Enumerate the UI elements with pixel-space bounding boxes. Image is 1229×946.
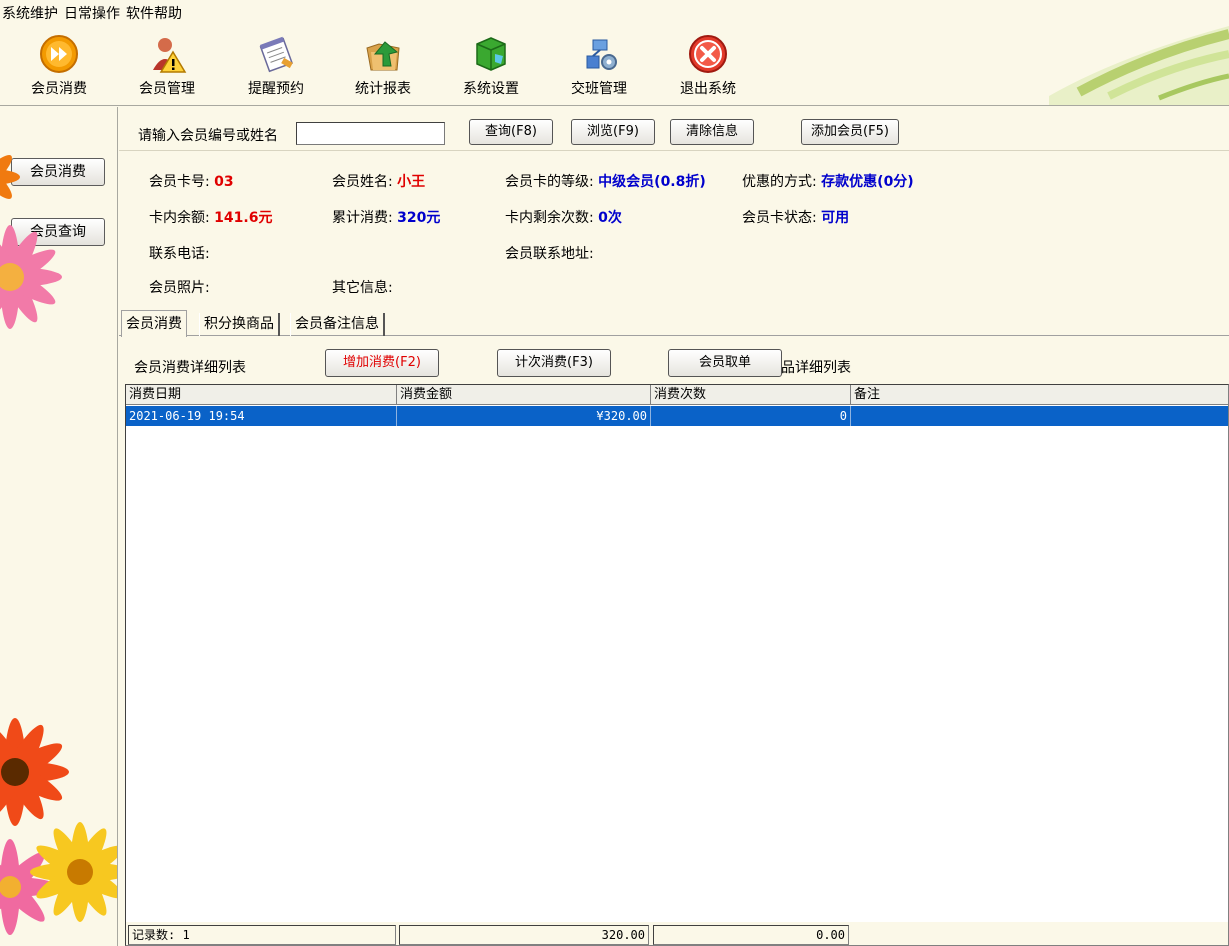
table-row[interactable]: 2021-06-19 19:54 ¥320.00 0 [126,406,1228,426]
cell-note [851,406,1228,426]
green-cube-icon [471,34,511,74]
address-label: 会员联系地址: [505,246,594,262]
orange-flower-image [0,155,20,199]
other-info-label: 其它信息: [332,280,393,296]
member-cancel-order-button[interactable]: 会员取单 [668,349,782,377]
footer-record-count: 记录数: 1 [128,925,396,945]
search-row: 请输入会员编号或姓名 查询(F8) 浏览(F9) 清除信息 添加会员(F5) [119,107,1229,151]
toolbar-label: 提醒预约 [248,81,304,97]
grid-header: 消费日期 消费金额 消费次数 备注 [126,385,1228,405]
member-name-field: 会员姓名: 小王 [332,171,425,191]
tab-member-notes[interactable]: 会员备注信息 [290,313,385,336]
menu-software-help[interactable]: 软件帮助 [124,3,186,23]
network-gear-icon [579,34,619,74]
card-no-value: 03 [214,174,234,190]
toolbar-exit-button[interactable]: 退出系统 [668,34,748,100]
grid-footer: 记录数: 1 320.00 0.00 [126,922,1228,945]
toolbar-label: 会员管理 [139,81,195,97]
item-list-title: 品详细列表 [781,360,851,376]
card-status-field: 会员卡状态: 可用 [742,207,849,227]
main-area: 请输入会员编号或姓名 查询(F8) 浏览(F9) 清除信息 添加会员(F5) 会… [119,107,1229,946]
browse-button[interactable]: 浏览(F9) [571,119,655,145]
notepad-icon [256,34,296,74]
discount-label: 优惠的方式: [742,174,817,190]
balance-field: 卡内余额: 141.6元 [149,207,272,227]
column-header-date[interactable]: 消费日期 [126,385,397,405]
clear-info-button[interactable]: 清除信息 [670,119,754,145]
consume-grid[interactable]: 消费日期 消费金额 消费次数 备注 2021-06-19 19:54 ¥320.… [125,384,1229,946]
card-no-label: 会员卡号: [149,174,210,190]
toolbar-label: 统计报表 [355,81,411,97]
toolbar-report-button[interactable]: 统计报表 [343,34,423,100]
toolbar-label: 退出系统 [680,81,736,97]
column-header-note[interactable]: 备注 [851,385,1228,405]
toolbar-label: 会员消费 [31,81,87,97]
tab-strip: 会员消费 积分换商品 会员备注信息 [119,310,1229,337]
member-search-input[interactable] [296,122,445,145]
menu-daily-operation[interactable]: 日常操作 [62,3,124,23]
toolbar-member-manage-button[interactable]: 会员管理 [127,34,207,100]
total-consume-value: 320元 [397,210,441,226]
warning-person-icon [147,34,187,74]
card-level-field: 会员卡的等级: 中级会员(0.8折) [505,171,706,191]
toolbar-member-consume-button[interactable]: 会员消费 [19,34,99,100]
remaining-times-field: 卡内剩余次数: 0次 [505,207,622,227]
discount-field: 优惠的方式: 存款优惠(0分) [742,171,914,191]
card-no-field: 会员卡号: 03 [149,171,234,191]
total-consume-label: 累计消费: [332,210,393,226]
balance-label: 卡内余额: [149,210,210,226]
folder-arrow-icon [363,34,403,74]
count-consume-button[interactable]: 计次消费(F3) [497,349,611,377]
exit-x-icon [688,34,728,74]
card-level-value: 中级会员(0.8折) [598,174,706,190]
discount-value: 存款优惠(0分) [821,174,914,190]
pink-flower-image [0,225,62,329]
tab-points-exchange[interactable]: 积分换商品 [199,313,280,336]
search-label: 请输入会员编号或姓名 [138,128,278,144]
column-header-amount[interactable]: 消费金额 [397,385,651,405]
forward-circle-icon [39,34,79,74]
leaf-decoration [1049,26,1229,105]
menu-system-maintenance[interactable]: 系统维护 [0,3,62,23]
left-panel: 会员消费 会员查询 [0,107,118,946]
member-name-value: 小王 [397,174,426,190]
remaining-times-label: 卡内剩余次数: [505,210,594,226]
card-level-label: 会员卡的等级: [505,174,594,190]
footer-amount-sum: 320.00 [399,925,649,945]
add-member-button[interactable]: 添加会员(F5) [801,119,899,145]
remaining-times-value: 0次 [598,210,622,226]
consume-list-title: 会员消费详细列表 [134,360,246,376]
menu-bar: 系统维护 日常操作 软件帮助 [0,0,1229,26]
card-status-label: 会员卡状态: [742,210,817,226]
sidebar-member-consume-button[interactable]: 会员消费 [11,158,105,186]
toolbar-system-settings-button[interactable]: 系统设置 [451,34,531,100]
toolbar-shift-manage-button[interactable]: 交班管理 [559,34,639,100]
card-status-value: 可用 [821,210,850,226]
cell-date: 2021-06-19 19:54 [126,406,397,426]
add-consume-button[interactable]: 增加消费(F2) [325,349,439,377]
toolbar-label: 系统设置 [463,81,519,97]
footer-count-sum: 0.00 [653,925,849,945]
cell-amount: ¥320.00 [397,406,651,426]
member-name-label: 会员姓名: [332,174,393,190]
photo-label: 会员照片: [149,280,210,296]
toolbar: 会员消费 会员管理 提醒预约 统计报表 系统设置 交班管理 退出系统 [0,26,1229,106]
yellow-flower-image [30,822,117,922]
phone-label: 联系电话: [149,246,210,262]
query-button[interactable]: 查询(F8) [469,119,553,145]
cell-count: 0 [651,406,851,426]
total-consume-field: 累计消费: 320元 [332,207,440,227]
tab-member-consume[interactable]: 会员消费 [121,310,187,337]
toolbar-label: 交班管理 [571,81,627,97]
toolbar-reminder-button[interactable]: 提醒预约 [236,34,316,100]
column-header-count[interactable]: 消费次数 [651,385,851,405]
balance-value: 141.6元 [214,210,273,226]
